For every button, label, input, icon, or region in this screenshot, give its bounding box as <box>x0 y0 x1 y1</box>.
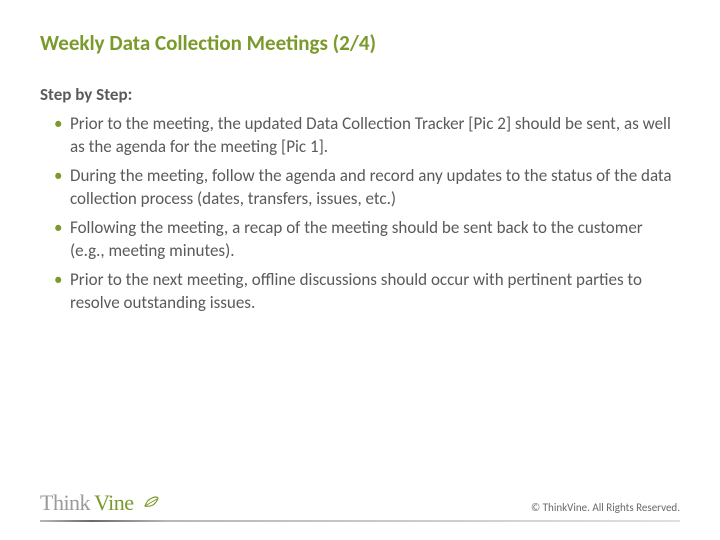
logo-text-vine: Vine <box>94 490 133 516</box>
list-item: Prior to the next meeting, offline discu… <box>54 269 680 315</box>
slide-title: Weekly Data Collection Meetings (2/4) <box>40 30 680 56</box>
list-item: During the meeting, follow the agenda an… <box>54 165 680 211</box>
list-item: Following the meeting, a recap of the me… <box>54 217 680 263</box>
section-subtitle: Step by Step: <box>40 84 680 105</box>
footer-divider <box>40 520 680 522</box>
bullet-list: Prior to the meeting, the updated Data C… <box>40 113 680 315</box>
logo-text-think: Think <box>40 490 90 516</box>
slide-footer: ThinkVine © ThinkVine. All Rights Reserv… <box>40 486 680 522</box>
logo: ThinkVine <box>40 490 160 516</box>
list-item: Prior to the meeting, the updated Data C… <box>54 113 680 159</box>
slide-container: Weekly Data Collection Meetings (2/4) St… <box>0 0 720 540</box>
copyright-text: © ThinkVine. All Rights Reserved. <box>531 501 680 514</box>
leaf-icon <box>142 494 160 515</box>
